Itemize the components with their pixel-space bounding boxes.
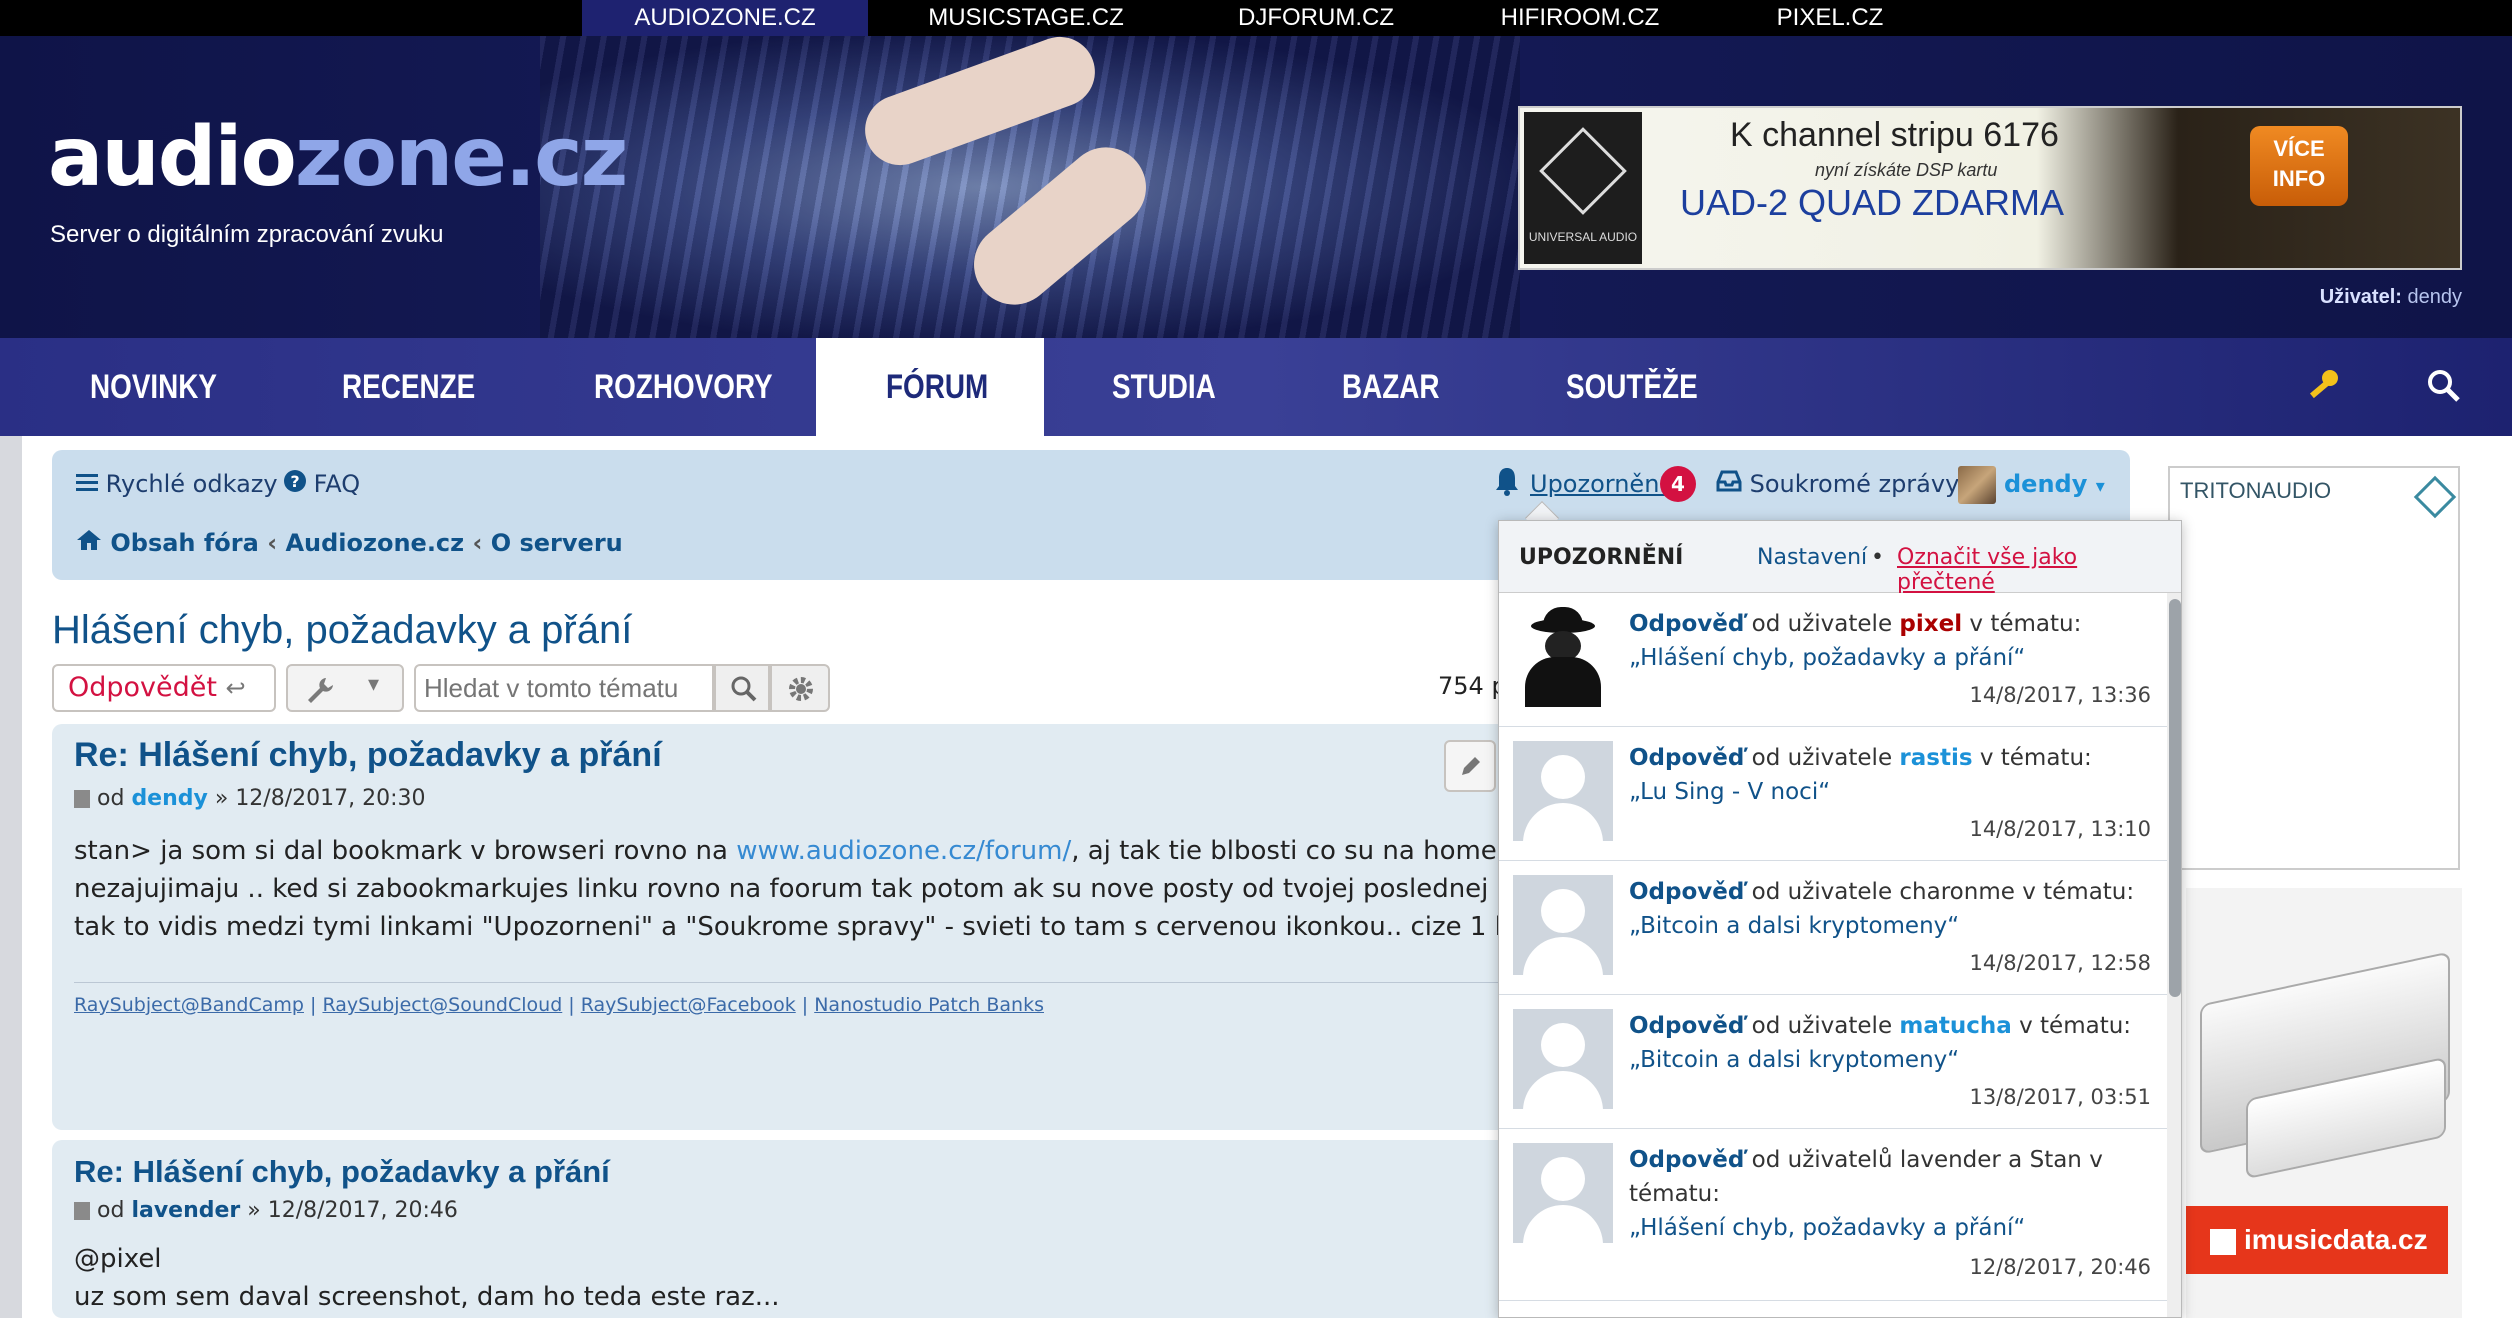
topic-tools-button[interactable]: ▾ <box>286 664 404 712</box>
site-link-hifiroom[interactable]: HIFIROOM.CZ <box>1480 0 1680 36</box>
search-icon <box>731 676 757 702</box>
imusicdata-label: imusicdata.cz <box>2186 1206 2448 1274</box>
site-link-djforum[interactable]: DJFORUM.CZ <box>1196 0 1436 36</box>
sidebar-ad-tritonaudio[interactable]: TRITONAUDIO <box>2168 466 2460 870</box>
topic-search-button[interactable] <box>714 664 770 712</box>
notification-count-badge: 4 <box>1660 466 1696 502</box>
avatar <box>1513 875 1613 975</box>
signature-link-bandcamp[interactable]: RaySubject@BandCamp <box>74 994 304 1016</box>
header-ad-banner[interactable]: UNIVERSAL AUDIO K channel stripu 6176 ny… <box>1518 106 2462 270</box>
notifications-link[interactable]: Upozornění <box>1530 470 1666 498</box>
breadcrumb: Obsah fóra ‹ Audiozone.cz ‹ O serveru <box>76 529 623 557</box>
hamburger-icon <box>76 474 98 491</box>
avatar <box>1513 1009 1613 1109</box>
advanced-search-button[interactable] <box>770 664 830 712</box>
reply-button[interactable]: Odpovědět ↩ <box>52 664 276 712</box>
post-count: 754 p <box>1438 672 1507 700</box>
site-link-pixel[interactable]: PIXEL.CZ <box>1740 0 1920 36</box>
post-author[interactable]: dendy <box>131 786 207 811</box>
notification-settings-link[interactable]: Nastavení <box>1757 545 1867 570</box>
notification-item[interactable]: Odpověď od uživatele matucha v tématu: „B… <box>1499 995 2167 1129</box>
nav-recenze[interactable]: RECENZE <box>342 338 475 436</box>
post-file-icon <box>74 1202 90 1220</box>
network-bar: AUDIOZONE.CZ MUSICSTAGE.CZ DJFORUM.CZ HI… <box>0 0 2512 36</box>
svg-text:?: ? <box>290 472 299 491</box>
nav-souteze[interactable]: SOUTĚŽE <box>1566 338 1698 436</box>
ad-subline: nyní získáte DSP kartu <box>1815 160 1998 180</box>
signature-link-facebook[interactable]: RaySubject@Facebook <box>581 994 796 1016</box>
post-title[interactable]: Re: Hlášení chyb, požadavky a přání <box>74 1154 610 1190</box>
avatar <box>1513 1143 1613 1243</box>
user-menu[interactable]: dendy ▾ <box>2004 470 2105 498</box>
nav-forum[interactable]: FÓRUM <box>886 338 988 436</box>
nav-rozhovory[interactable]: ROZHOVORY <box>594 338 773 436</box>
avatar <box>1513 741 1613 841</box>
faq-link[interactable]: ? FAQ <box>284 470 360 498</box>
universal-audio-logo: UNIVERSAL AUDIO <box>1524 112 1642 264</box>
notification-item[interactable]: Odpověď od uživatelů lavender a Stan v t… <box>1499 1129 2167 1301</box>
post-meta: od dendy » 12/8/2017, 20:30 <box>74 786 426 811</box>
search-icon[interactable] <box>2424 366 2464 406</box>
main-navigation: NOVINKY RECENZE ROZHOVORY FÓRUM STUDIA B… <box>0 338 2512 436</box>
key-icon[interactable] <box>2302 366 2342 406</box>
signature-link-soundcloud[interactable]: RaySubject@SoundCloud <box>322 994 562 1016</box>
post-link[interactable]: www.audiozone.cz/forum/ <box>736 836 1071 866</box>
post-meta: od lavender » 12/8/2017, 20:46 <box>74 1198 458 1223</box>
site-logo[interactable]: audiozone.cz <box>48 110 628 205</box>
notification-item[interactable]: Odpověď od uživatele rastis v tématu: „Lu… <box>1499 727 2167 861</box>
mark-all-read-link[interactable]: Označit vše jako přečtené <box>1897 545 2181 595</box>
post: Re: Hlášení chyb, požadavky a přání od d… <box>52 724 1552 1130</box>
home-icon[interactable] <box>76 529 102 551</box>
sidebar-ad-imusicdata[interactable]: imusicdata.cz <box>2186 888 2462 1318</box>
post-author[interactable]: lavender <box>131 1198 240 1223</box>
user-avatar[interactable] <box>1958 466 1996 504</box>
breadcrumb-forum-index[interactable]: Obsah fóra <box>110 529 258 557</box>
dropdown-title: UPOZORNĚNÍ <box>1519 545 1684 570</box>
quick-links-menu[interactable]: Rychlé odkazy <box>76 470 278 498</box>
pencil-icon <box>1462 757 1480 775</box>
signature-link-nanostudio[interactable]: Nanostudio Patch Banks <box>814 994 1044 1016</box>
topic-title[interactable]: Hlášení chyb, požadavky a přání <box>52 608 632 653</box>
inbox-icon <box>1716 470 1742 492</box>
notification-item[interactable]: Odpověď od uživatele charonme v tématu: „… <box>1499 861 2167 995</box>
notifications-dropdown: UPOZORNĚNÍ Nastavení • Označit vše jako … <box>1498 520 2182 1318</box>
reply-arrow-icon: ↩ <box>225 674 246 702</box>
nav-novinky[interactable]: NOVINKY <box>90 338 217 436</box>
post: Re: Hlášení chyb, požadavky a přání od l… <box>52 1140 1552 1318</box>
ad-headline: K channel stripu 6176 <box>1730 116 2059 154</box>
private-messages-link[interactable]: Soukromé zprávy <box>1716 470 1959 498</box>
nav-bazar[interactable]: BAZAR <box>1342 338 1440 436</box>
post-title[interactable]: Re: Hlášení chyb, požadavky a přání <box>74 736 662 775</box>
topic-search-input[interactable] <box>414 664 714 712</box>
post-signature: RaySubject@BandCamp | RaySubject@SoundCl… <box>74 994 1044 1016</box>
mixing-console-photo <box>540 36 1520 338</box>
gear-icon <box>789 677 813 701</box>
ad-more-info-button[interactable]: VÍCE INFO <box>2250 126 2348 206</box>
site-link-audiozone[interactable]: AUDIOZONE.CZ <box>582 0 868 36</box>
nav-studia[interactable]: STUDIA <box>1112 338 1216 436</box>
post-file-icon <box>74 790 90 808</box>
site-link-musicstage[interactable]: MUSICSTAGE.CZ <box>896 0 1156 36</box>
edit-post-button[interactable] <box>1444 740 1496 792</box>
wrench-icon <box>308 678 333 703</box>
breadcrumb-audiozone[interactable]: Audiozone.cz <box>285 529 464 557</box>
bell-icon <box>1496 468 1518 496</box>
site-header: audiozone.cz Server o digitálním zpracov… <box>0 36 2512 338</box>
notification-item[interactable]: Odpověď od uživatele pixel v tématu: „Hlá… <box>1499 593 2167 727</box>
post-content: stan> ja som si dal bookmark v browseri … <box>74 836 1540 942</box>
site-tagline: Server o digitálním zpracování zvuku <box>50 221 444 248</box>
dropdown-header: UPOZORNĚNÍ Nastavení • Označit vše jako … <box>1499 521 2181 595</box>
ad-offer: UAD-2 QUAD ZDARMA <box>1680 182 2065 223</box>
chevron-down-icon: ▾ <box>368 672 380 697</box>
breadcrumb-o-serveru[interactable]: O serveru <box>491 529 623 557</box>
question-icon: ? <box>284 470 306 492</box>
dropdown-scrollbar[interactable] <box>2167 593 2181 1317</box>
avatar <box>1513 607 1613 707</box>
post-content: @pixel uz som sem daval screenshot, dam … <box>74 1244 780 1312</box>
header-user: Uživatel: dendy <box>2319 286 2462 308</box>
